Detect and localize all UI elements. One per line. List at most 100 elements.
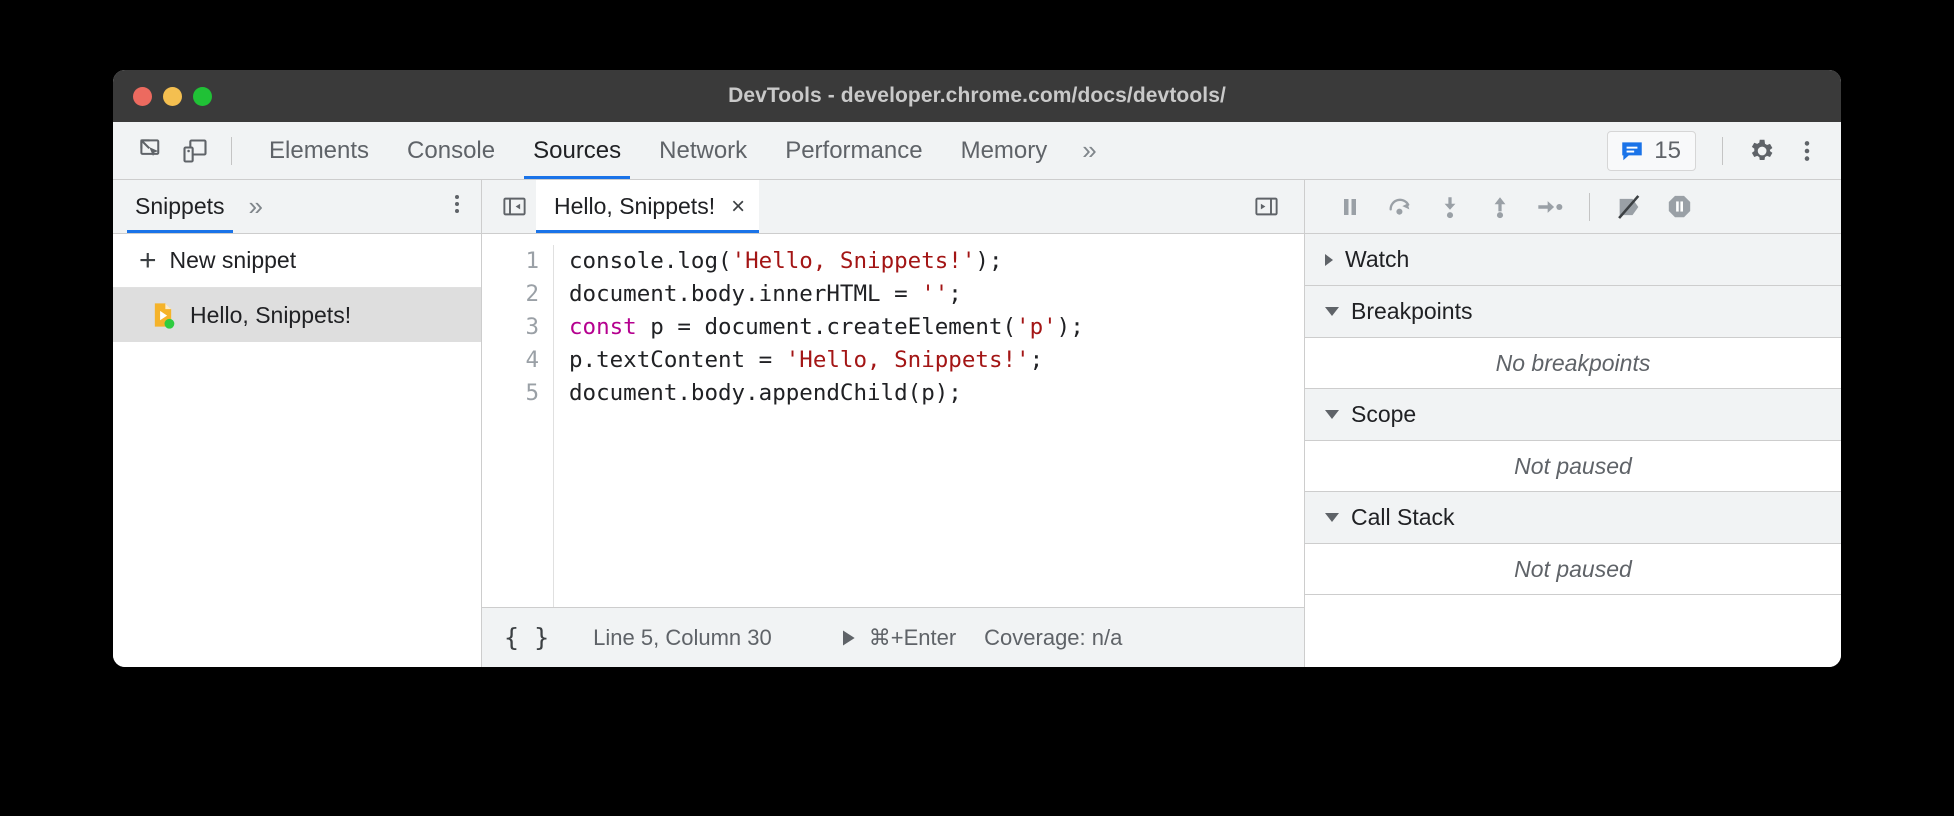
tab-sources[interactable]: Sources	[514, 122, 640, 179]
line-number: 5	[482, 377, 539, 410]
section-body-scope: Not paused	[1305, 441, 1841, 492]
tab-elements-label: Elements	[269, 137, 369, 165]
navigator-pane: Snippets » + New snippet	[113, 180, 482, 667]
tab-performance[interactable]: Performance	[766, 122, 941, 179]
more-tabs-chevron-icon[interactable]: »	[1066, 135, 1109, 166]
editor-pane: Hello, Snippets! × 12345 console.log('H	[482, 180, 1305, 667]
kebab-menu-icon[interactable]	[1785, 129, 1829, 173]
maximize-window-button[interactable]	[193, 87, 212, 106]
chevron-down-icon	[1325, 410, 1339, 419]
code-token-string: 'p'	[1016, 314, 1057, 340]
line-number-gutter: 12345	[482, 245, 554, 607]
toolbar-right-actions: 15	[1607, 129, 1829, 173]
section-body-call-stack: Not paused	[1305, 544, 1841, 595]
line-number: 2	[482, 278, 539, 311]
step-icon[interactable]	[1527, 184, 1573, 230]
window-title: DevTools - developer.chrome.com/docs/dev…	[113, 84, 1841, 108]
pause-script-execution-icon[interactable]	[1327, 184, 1373, 230]
close-window-button[interactable]	[133, 87, 152, 106]
code-token-plain: p.textContent =	[569, 347, 786, 373]
show-navigator-icon[interactable]	[492, 185, 536, 229]
editor-tabbar-right	[1244, 185, 1294, 229]
minimize-window-button[interactable]	[163, 87, 182, 106]
tab-network-label: Network	[659, 137, 747, 165]
sidebar-item-snippets[interactable]: Snippets	[127, 180, 233, 233]
toolbar-divider	[231, 137, 232, 165]
code-token-plain: );	[1057, 314, 1084, 340]
code-token-plain: document.body.innerHTML =	[569, 281, 921, 307]
issues-count-label: 15	[1654, 137, 1681, 165]
devtools-window: DevTools - developer.chrome.com/docs/dev…	[113, 70, 1841, 667]
section-header-breakpoints[interactable]: Breakpoints	[1305, 286, 1841, 338]
tab-network[interactable]: Network	[640, 122, 766, 179]
section-header-scope[interactable]: Scope	[1305, 389, 1841, 441]
tab-memory[interactable]: Memory	[942, 122, 1067, 179]
tab-memory-label: Memory	[961, 137, 1048, 165]
snippet-file-icon	[149, 301, 177, 329]
run-snippet-button[interactable]: ⌘+Enter	[838, 625, 956, 651]
tab-console[interactable]: Console	[388, 122, 514, 179]
traffic-light-buttons	[133, 70, 212, 122]
step-over-icon[interactable]	[1377, 184, 1423, 230]
section-title-scope: Scope	[1351, 401, 1416, 428]
code-token-string: ''	[921, 281, 948, 307]
section-header-watch[interactable]: Watch	[1305, 234, 1841, 286]
line-number: 3	[482, 311, 539, 344]
devtools-main-toolbar: Elements Console Sources Network Perform…	[113, 122, 1841, 180]
line-number: 4	[482, 344, 539, 377]
close-icon[interactable]: ×	[731, 195, 745, 219]
pause-on-exceptions-icon[interactable]	[1656, 184, 1702, 230]
line-number: 1	[482, 245, 539, 278]
code-token-plain: ;	[948, 281, 962, 307]
code-token-plain: console.log(	[569, 248, 732, 274]
tab-performance-label: Performance	[785, 137, 922, 165]
section-header-call-stack[interactable]: Call Stack	[1305, 492, 1841, 544]
section-title-call-stack: Call Stack	[1351, 504, 1455, 531]
section-body-breakpoints: No breakpoints	[1305, 338, 1841, 389]
new-snippet-label: New snippet	[170, 247, 297, 274]
navigator-more-tabs-chevron-icon[interactable]: »	[233, 191, 276, 222]
code-token-string: 'Hello, Snippets!'	[786, 347, 1030, 373]
coverage-label: Coverage: n/a	[984, 625, 1122, 651]
navigator-tabbar: Snippets »	[113, 180, 481, 234]
tab-elements[interactable]: Elements	[250, 122, 388, 179]
list-item-label: Hello, Snippets!	[190, 302, 351, 329]
code-line: document.body.innerHTML = '';	[569, 278, 1084, 311]
panel-tab-list: Elements Console Sources Network Perform…	[250, 122, 1110, 179]
step-out-icon[interactable]	[1477, 184, 1523, 230]
editor-tab-hello-snippets[interactable]: Hello, Snippets! ×	[536, 180, 759, 233]
section-title-watch: Watch	[1345, 246, 1409, 273]
show-debugger-icon[interactable]	[1244, 185, 1288, 229]
gear-icon[interactable]	[1739, 129, 1783, 173]
pretty-print-button[interactable]: { }	[504, 623, 549, 652]
run-shortcut-label: ⌘+Enter	[869, 625, 956, 651]
chevron-right-icon	[1325, 254, 1333, 266]
new-snippet-button[interactable]: + New snippet	[113, 234, 481, 288]
editor-tabbar: Hello, Snippets! ×	[482, 180, 1304, 234]
tab-console-label: Console	[407, 137, 495, 165]
issues-counter-button[interactable]: 15	[1607, 131, 1696, 171]
cursor-position-label: Line 5, Column 30	[593, 625, 772, 651]
code-token-plain: );	[975, 248, 1002, 274]
debugger-sidebar: Watch Breakpoints No breakpoints Scope N…	[1305, 180, 1841, 667]
debugger-sections: Watch Breakpoints No breakpoints Scope N…	[1305, 234, 1841, 595]
issues-message-icon	[1619, 138, 1645, 164]
list-item[interactable]: Hello, Snippets!	[113, 288, 481, 342]
code-token-plain: ;	[1030, 347, 1044, 373]
code-content[interactable]: console.log( 'Hello, Snippets!'); document…	[554, 245, 1084, 607]
code-token-plain: p = document.createElement(	[637, 314, 1016, 340]
navigator-kebab-menu-icon[interactable]	[445, 192, 469, 221]
window-titlebar: DevTools - developer.chrome.com/docs/dev…	[113, 70, 1841, 122]
sidebar-item-snippets-label: Snippets	[135, 193, 225, 220]
inspect-element-icon[interactable]	[129, 129, 173, 173]
editor-status-bar: { } Line 5, Column 30 ⌘+Enter Coverage: …	[482, 607, 1304, 667]
debugger-divider	[1589, 193, 1590, 221]
section-title-breakpoints: Breakpoints	[1351, 298, 1472, 325]
device-toolbar-icon[interactable]	[173, 129, 217, 173]
toolbar-divider-right	[1722, 137, 1723, 165]
editor-tab-label: Hello, Snippets!	[554, 193, 715, 220]
code-editor[interactable]: 12345 console.log( 'Hello, Snippets!'); do…	[482, 234, 1304, 607]
code-token-keyword: const	[569, 314, 637, 340]
deactivate-breakpoints-icon[interactable]	[1606, 184, 1652, 230]
step-into-icon[interactable]	[1427, 184, 1473, 230]
